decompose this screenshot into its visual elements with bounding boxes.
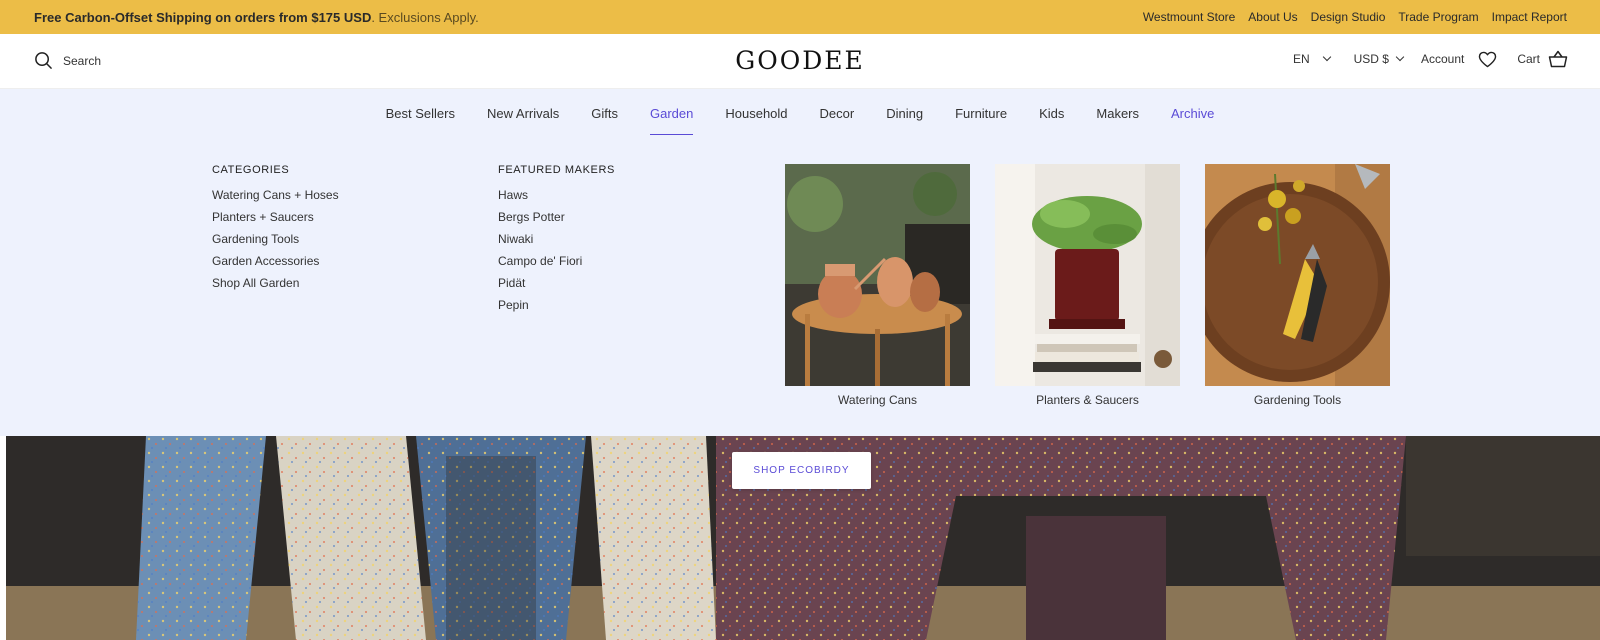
cart-label: Cart (1517, 52, 1540, 66)
category-link[interactable]: Shop All Garden (212, 276, 299, 290)
categories-column: CATEGORIES Watering Cans + Hoses Planter… (212, 164, 339, 298)
maker-link[interactable]: Campo de' Fiori (498, 254, 582, 268)
site-logo[interactable]: GOODEE (735, 46, 865, 75)
shipping-promo-note: . Exclusions Apply. (371, 9, 479, 25)
currency-value: USD $ (1353, 52, 1389, 66)
nav-decor[interactable]: Decor (804, 89, 871, 137)
nav-household[interactable]: Household (709, 89, 803, 137)
maker-link[interactable]: Niwaki (498, 232, 533, 246)
link-westmount-store[interactable]: Westmount Store (1143, 10, 1235, 24)
heart-icon[interactable] (1478, 51, 1497, 68)
link-about-us[interactable]: About Us (1248, 10, 1297, 24)
tile-caption: Gardening Tools (1253, 393, 1342, 407)
gardening-tools-image[interactable] (1205, 164, 1390, 386)
main-navigation: Best Sellers New Arrivals Gifts Garden H… (0, 89, 1600, 137)
utility-links: Westmount Store About Us Design Studio T… (1143, 10, 1567, 24)
watering-cans-image[interactable] (785, 164, 970, 386)
tile-planters-saucers[interactable]: Planters & Saucers (995, 164, 1180, 407)
nav-best-sellers[interactable]: Best Sellers (370, 89, 471, 137)
maker-link[interactable]: Pidät (498, 276, 525, 290)
category-link[interactable]: Watering Cans + Hoses (212, 188, 339, 202)
account-link[interactable]: Account (1421, 52, 1464, 66)
search-label: Search (63, 53, 102, 68)
garden-mega-menu: Best Sellers New Arrivals Gifts Garden H… (0, 89, 1600, 436)
category-link[interactable]: Gardening Tools (212, 232, 299, 246)
maker-link[interactable]: Bergs Potter (498, 210, 565, 224)
language-value: EN (1292, 52, 1310, 66)
nav-archive[interactable]: Archive (1155, 89, 1230, 137)
tile-watering-cans[interactable]: Watering Cans (785, 164, 970, 407)
featured-tiles: Watering Cans Planters & Saucers Gardeni… (785, 164, 1390, 407)
categories-heading: CATEGORIES (212, 164, 290, 176)
tile-caption: Planters & Saucers (1036, 393, 1139, 407)
site-header: Search GOODEE EN USD $ Account Cart (0, 34, 1600, 89)
nav-dining[interactable]: Dining (870, 89, 939, 137)
maker-link[interactable]: Haws (498, 188, 528, 202)
cart-button[interactable]: Cart (1517, 50, 1568, 68)
shipping-promo-bold: Free Carbon-Offset Shipping on orders fr… (34, 9, 372, 25)
announcement-bar: Free Carbon-Offset Shipping on orders fr… (0, 0, 1600, 34)
link-design-studio[interactable]: Design Studio (1311, 10, 1386, 24)
tile-caption: Watering Cans (838, 393, 917, 407)
category-link[interactable]: Garden Accessories (212, 254, 319, 268)
planters-image[interactable] (995, 164, 1180, 386)
chevron-down-icon (1395, 52, 1405, 62)
category-link[interactable]: Planters + Saucers (212, 210, 314, 224)
featured-makers-heading: FEATURED MAKERS (498, 164, 615, 176)
featured-makers-column: FEATURED MAKERS Haws Bergs Potter Niwaki… (498, 164, 615, 320)
language-selector[interactable]: EN (1292, 52, 1331, 66)
currency-selector[interactable]: USD $ (1353, 52, 1405, 66)
nav-makers[interactable]: Makers (1080, 89, 1155, 137)
nav-furniture[interactable]: Furniture (939, 89, 1023, 137)
maker-link[interactable]: Pepin (498, 298, 529, 312)
nav-gifts[interactable]: Gifts (575, 89, 634, 137)
basket-icon (1548, 50, 1568, 68)
nav-new-arrivals[interactable]: New Arrivals (471, 89, 575, 137)
header-tools: EN USD $ Account Cart (1293, 50, 1568, 68)
link-trade-program[interactable]: Trade Program (1398, 10, 1478, 24)
nav-garden[interactable]: Garden (634, 89, 709, 137)
link-impact-report[interactable]: Impact Report (1492, 10, 1567, 24)
tile-gardening-tools[interactable]: Gardening Tools (1205, 164, 1390, 407)
shipping-promo: Free Carbon-Offset Shipping on orders fr… (34, 10, 479, 25)
search-icon (35, 52, 52, 69)
shop-ecobirdy-button[interactable]: SHOP ECOBIRDY (732, 452, 871, 489)
chevron-down-icon (1322, 52, 1331, 62)
search-button[interactable]: Search (34, 51, 101, 70)
nav-kids[interactable]: Kids (1023, 89, 1080, 137)
